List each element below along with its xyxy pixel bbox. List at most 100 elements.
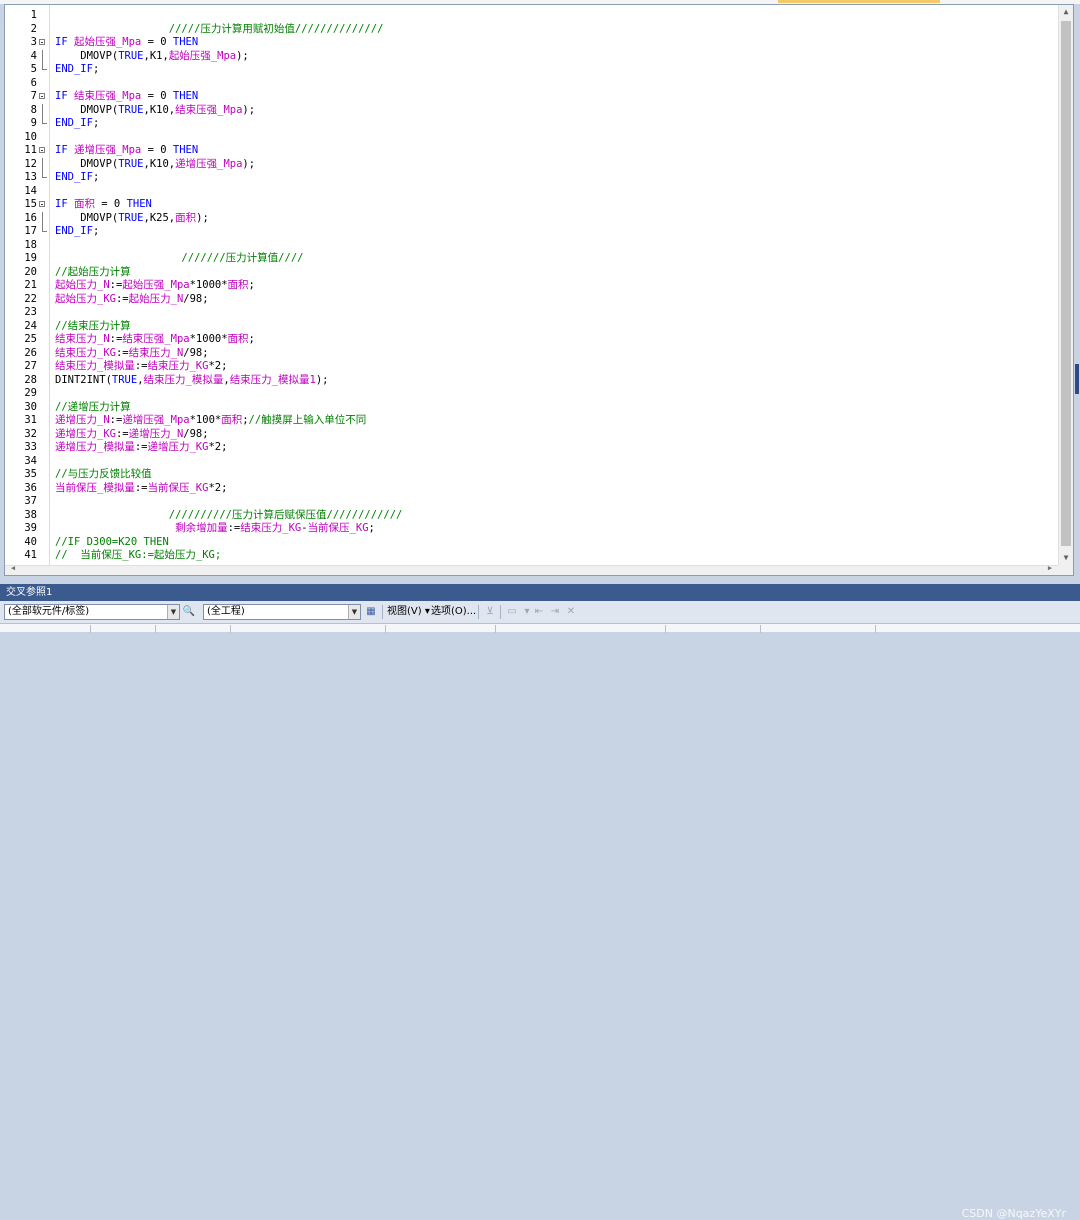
code-line[interactable]: 4 DMOVP(TRUE,K1,起始压强_Mpa); xyxy=(5,49,1055,63)
layout-icon[interactable]: ▭ xyxy=(505,605,519,619)
code-line[interactable]: 27 结束压力_模拟量:=结束压力_KG*2; xyxy=(5,360,1055,374)
collapse-icon[interactable] xyxy=(39,36,47,50)
fold-box[interactable] xyxy=(39,93,45,99)
code-line[interactable]: 1 xyxy=(5,9,1055,23)
code-line[interactable]: 22 起始压力_KG:=起始压力_N/98; xyxy=(5,293,1055,307)
code-line[interactable]: 19 ///////压力计算值//// xyxy=(5,252,1055,266)
code-token: = 0 xyxy=(94,198,127,210)
code-line[interactable]: 13 END_IF; xyxy=(5,171,1055,185)
code-line[interactable]: 21 起始压力_N:=起始压强_Mpa*1000*面积; xyxy=(5,279,1055,293)
jump-prev-icon[interactable]: ⇤ xyxy=(532,605,546,619)
fold-box[interactable] xyxy=(39,39,45,45)
code-line[interactable]: 36 当前保压_模拟量:=当前保压_KG*2; xyxy=(5,482,1055,496)
code-token: END_IF xyxy=(55,171,93,183)
code-line[interactable]: 11 IF 递增压强_Mpa = 0 THEN xyxy=(5,144,1055,158)
code-line[interactable]: 7 IF 结束压强_Mpa = 0 THEN xyxy=(5,90,1055,104)
search-icon[interactable]: 🔍 xyxy=(182,605,196,619)
horizontal-scrollbar[interactable]: ◀ ▶ xyxy=(5,564,1058,575)
code-line[interactable]: 40 //IF D300=K20 THEN xyxy=(5,536,1055,550)
device-scope-combo[interactable]: (全部软元件/标签) ▼ xyxy=(4,604,180,620)
code-line[interactable]: 2 /////压力计算用赋初始值////////////// xyxy=(5,23,1055,37)
project-tree-icon[interactable]: ▦ xyxy=(364,605,378,619)
scroll-up-icon[interactable]: ▲ xyxy=(1059,5,1073,19)
st-editor[interactable]: 1 2 /////压力计算用赋初始值//////////////3 IF 起始压强_… xyxy=(4,4,1074,576)
scroll-thumb[interactable] xyxy=(1061,21,1071,546)
code-token: END_IF xyxy=(55,117,93,129)
code-token: //与压力反馈比较值 xyxy=(55,468,152,480)
code-token: END_IF xyxy=(55,225,93,237)
line-number: 3 xyxy=(30,36,37,48)
code-line[interactable]: 10 xyxy=(5,131,1055,145)
code-token: //结束压力计算 xyxy=(55,319,131,332)
collapse-icon[interactable] xyxy=(39,90,47,104)
code-line[interactable]: 6 xyxy=(5,77,1055,91)
options-button[interactable]: 选项(O)... xyxy=(431,605,476,619)
code-line[interactable]: 34 xyxy=(5,455,1055,469)
collapse-icon[interactable] xyxy=(39,198,47,212)
chevron-down-icon[interactable]: ▼ xyxy=(167,605,179,619)
code-line[interactable]: 30 //递增压力计算 xyxy=(5,401,1055,415)
code-line[interactable]: 38 //////////压力计算后赋保压值//////////// xyxy=(5,509,1055,523)
code-line[interactable]: 33 递增压力_模拟量:=递增压力_KG*2; xyxy=(5,441,1055,455)
code-token: := xyxy=(227,522,241,534)
code-line[interactable]: 17 END_IF; xyxy=(5,225,1055,239)
code-line[interactable]: 32 递增压力_KG:=递增压力_N/98; xyxy=(5,428,1055,442)
code-line[interactable]: 14 xyxy=(5,185,1055,199)
code-line[interactable]: 26 结束压力_KG:=结束压力_N/98; xyxy=(5,347,1055,361)
code-line[interactable]: 37 xyxy=(5,495,1055,509)
scroll-right-icon[interactable]: ▶ xyxy=(1044,564,1056,574)
code-line[interactable]: 15 IF 面积 = 0 THEN xyxy=(5,198,1055,212)
code-line[interactable]: 16 DMOVP(TRUE,K25,面积); xyxy=(5,211,1055,225)
code-line[interactable]: 35 //与压力反馈比较值 xyxy=(5,468,1055,482)
filter-icon[interactable]: ⊻ xyxy=(483,605,497,619)
code-token: END_IF xyxy=(55,63,93,75)
code-line[interactable]: 28 DINT2INT(TRUE,结束压力_模拟量,结束压力_模拟量1); xyxy=(5,374,1055,388)
code-text: END_IF; xyxy=(55,225,99,239)
code-line[interactable]: 9 END_IF; xyxy=(5,117,1055,131)
code-token: = 0 xyxy=(141,90,173,102)
code-line[interactable]: 29 xyxy=(5,387,1055,401)
project-scope-combo[interactable]: (全工程) ▼ xyxy=(203,604,361,620)
code-line[interactable]: 8 DMOVP(TRUE,K10,结束压强_Mpa); xyxy=(5,103,1055,117)
code-token: ,K1, xyxy=(143,49,169,62)
view-menu-button[interactable]: 视图(V) ▾ xyxy=(387,605,430,619)
code-token: ); xyxy=(236,49,249,62)
toolbar-separator xyxy=(382,605,383,619)
code-token: 结束压力_模拟量 xyxy=(143,373,224,386)
code-line[interactable]: 41 // 当前保压_KG:=起始压力_KG; xyxy=(5,549,1055,563)
chevron-down-icon[interactable]: ▼ xyxy=(348,605,360,619)
code-line[interactable]: 23 xyxy=(5,306,1055,320)
code-token: //起始压力计算 xyxy=(55,265,131,278)
code-text: END_IF; xyxy=(55,171,99,185)
vertical-scrollbar[interactable]: ▲ ▼ xyxy=(1058,5,1073,565)
code-area[interactable]: 1 2 /////压力计算用赋初始值//////////////3 IF 起始压强_… xyxy=(5,5,1058,565)
scroll-left-icon[interactable]: ◀ xyxy=(7,564,19,574)
code-token: 结束压力_N xyxy=(55,333,110,345)
code-line[interactable]: 20 //起始压力计算 xyxy=(5,266,1055,280)
active-tab-accent xyxy=(778,0,940,3)
fold-box[interactable] xyxy=(39,201,45,207)
code-token: //////////压力计算后赋保压值//////////// xyxy=(55,508,403,521)
fold-box[interactable] xyxy=(39,147,45,153)
code-text: //与压力反馈比较值 xyxy=(55,468,152,482)
jump-next-icon[interactable]: ⇥ xyxy=(548,605,562,619)
code-line[interactable]: 39 剩余增加量:=结束压力_KG-当前保压_KG; xyxy=(5,522,1055,536)
code-line[interactable]: 24 //结束压力计算 xyxy=(5,320,1055,334)
clear-icon[interactable]: ✕ xyxy=(564,605,578,619)
toolbar-separator xyxy=(478,605,479,619)
code-line[interactable]: 18 xyxy=(5,239,1055,253)
code-text: //起始压力计算 xyxy=(55,266,131,280)
code-token: ); xyxy=(315,373,329,386)
code-line[interactable]: 31 递增压力_N:=递增压强_Mpa*100*面积;//触摸屏上输入单位不同 xyxy=(5,414,1055,428)
line-number: 1 xyxy=(30,9,37,21)
code-line[interactable]: 5 END_IF; xyxy=(5,63,1055,77)
line-number: 34 xyxy=(24,454,37,467)
collapse-icon[interactable] xyxy=(39,144,47,158)
code-text: 递增压力_模拟量:=递增压力_KG*2; xyxy=(55,441,227,455)
scroll-down-icon[interactable]: ▼ xyxy=(1059,551,1073,565)
code-line[interactable]: 3 IF 起始压强_Mpa = 0 THEN xyxy=(5,36,1055,50)
fold-end-mark xyxy=(42,171,47,178)
code-line[interactable]: 25 结束压力_N:=结束压强_Mpa*1000*面积; xyxy=(5,333,1055,347)
code-line[interactable]: 12 DMOVP(TRUE,K10,递增压强_Mpa); xyxy=(5,157,1055,171)
cross-reference-panel-header[interactable]: 交叉参照1 xyxy=(0,576,1080,601)
